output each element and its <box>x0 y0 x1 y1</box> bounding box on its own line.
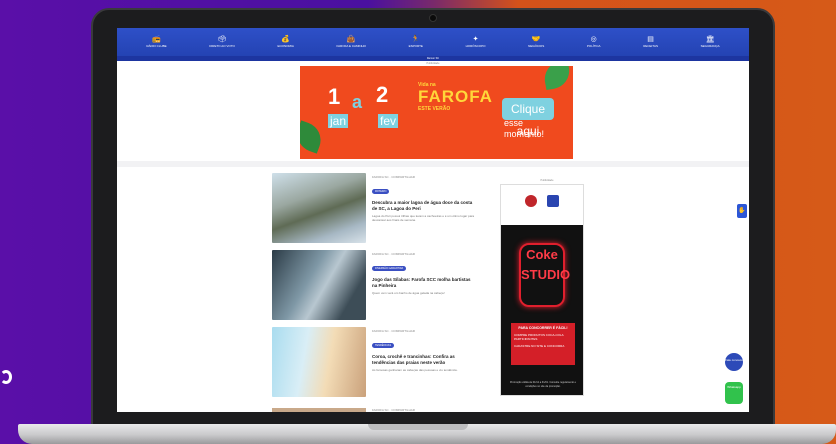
radio-icon: 📻 <box>152 35 161 43</box>
end-month: fev <box>378 114 399 128</box>
nav-item-label: Economia <box>277 43 294 48</box>
nav-item-label: Esporte <box>408 43 423 48</box>
news-post[interactable]: FAROFA SC · COMPARTILHAR Tendências Coroa,… <box>272 327 482 401</box>
nav-item-label: Segurança <box>700 43 720 48</box>
partial-logo-ring <box>0 370 12 384</box>
promo-box: PARA CONCORRER É FÁCIL! COMPRE PRODUTOS … <box>511 323 575 365</box>
nav-item[interactable]: 👜 Farofa e Caminho <box>336 36 366 49</box>
next-post-row[interactable]: FAROFA SC · COMPARTILHAR <box>272 408 482 412</box>
post-meta: FAROFA SC · COMPARTILHAR <box>372 408 415 412</box>
location-label: Ramon SC <box>426 57 440 60</box>
runner-icon: 🏃 <box>411 35 421 43</box>
neon-sign: Coke STUDIO <box>519 243 570 307</box>
banner-cta-subtext: esse momento! <box>504 118 545 139</box>
nav-item[interactable]: 🗳 Direto ao Voto <box>209 36 235 49</box>
nav-item[interactable]: 🤝 Negócios <box>528 36 544 49</box>
website-screen: 📻 Rádio Clube 🗳 Direto ao Voto 💰 Economia 👜 Far… <box>117 28 749 412</box>
leaf-decoration <box>300 120 326 154</box>
post-excerpt: Lagoa do Peri possui trilhas que levam a… <box>372 214 475 222</box>
promo-title: PARA CONCORRER É FÁCIL! <box>518 326 568 330</box>
chat-button[interactable]: Fale conosco <box>725 353 743 371</box>
post-thumbnail[interactable] <box>272 173 366 243</box>
handshake-icon: 🤝 <box>531 35 541 43</box>
bag-icon: 👜 <box>346 35 356 43</box>
section-divider <box>117 161 749 167</box>
whatsapp-button[interactable]: Whatsapp <box>725 382 743 404</box>
leaf-decoration <box>541 66 573 91</box>
nav-item[interactable]: 🏃 Esporte <box>409 36 423 49</box>
nav-item[interactable]: 🏛 Segurança <box>701 36 720 49</box>
laptop-frame: 📻 Rádio Clube 🗳 Direto ao Voto 💰 Economia 👜 Far… <box>91 8 775 426</box>
date-connector: a <box>352 92 363 112</box>
sponsor-shield-icon <box>547 195 559 207</box>
top-nav: 📻 Rádio Clube 🗳 Direto ao Voto 💰 Economia 👜 Far… <box>117 28 749 56</box>
nav-item[interactable]: ◎ Política <box>587 36 601 49</box>
post-meta: FAROFA SC · COMPARTILHAR <box>372 252 415 256</box>
post-category-tag[interactable]: Tendências <box>372 343 395 348</box>
coca-cola-logo-icon <box>525 195 537 207</box>
post-excerpt: As famosas ganharam as cabeças das pesso… <box>372 368 458 372</box>
nav-item-label: Rádio Clube <box>146 43 167 48</box>
star-icon: ✦ <box>472 35 479 43</box>
recipe-icon: ▤ <box>647 35 654 43</box>
nav-item-label: Farofa e Caminho <box>336 43 366 48</box>
laptop-base <box>18 424 836 444</box>
news-feed: FAROFA SC · COMPARTILHAR Roteiro Descubra … <box>272 173 482 404</box>
post-thumbnail[interactable] <box>272 408 366 412</box>
nav-item[interactable]: 💰 Economia <box>278 36 294 49</box>
post-category-tag[interactable]: Diversão garantida <box>372 266 407 271</box>
ad-label-side: Publicidade <box>540 179 554 182</box>
webcam <box>429 14 437 22</box>
post-body: FAROFA SC · COMPARTILHAR Diversão garanti… <box>366 250 476 324</box>
farofa-banner-ad[interactable]: 1 jan a 2 fev Vida na FAROFA ESTE VERÃO … <box>300 66 573 159</box>
post-title[interactable]: Descubra a maior lagoa de água doce da c… <box>372 200 476 211</box>
nav-item-label: Política <box>586 43 601 48</box>
post-excerpt: Quem vem verá um banho de água gelada na… <box>372 291 445 295</box>
nav-item-label: Horóscopo <box>465 43 486 48</box>
hand-icon[interactable]: ✋ <box>737 204 747 218</box>
end-day: 2 <box>376 82 389 107</box>
nav-item[interactable]: ▤ Receitas <box>643 36 658 49</box>
post-meta: FAROFA SC · COMPARTILHAR <box>372 175 415 179</box>
start-day: 1 <box>328 84 341 109</box>
post-body: FAROFA SC · COMPARTILHAR Tendências Coroa,… <box>366 327 476 401</box>
news-post[interactable]: FAROFA SC · COMPARTILHAR Diversão garanti… <box>272 250 482 324</box>
building-icon: 🏛 <box>705 35 715 43</box>
promo-footer: Promoção válida de 01/12 a 31/01. Consul… <box>509 381 576 388</box>
post-title[interactable]: Coroa, crochê e trancinhas: Confira as t… <box>372 354 476 365</box>
nav-item[interactable]: 📻 Rádio Clube <box>146 36 166 49</box>
post-body: FAROFA SC · COMPARTILHAR Roteiro Descubra … <box>366 173 476 247</box>
nav-item-label: Direto ao Voto <box>209 43 235 48</box>
post-category-tag[interactable]: Roteiro <box>372 189 390 194</box>
coins-icon: 💰 <box>281 35 291 43</box>
post-thumbnail[interactable] <box>272 250 366 320</box>
promo-line: CADASTRE NO SITE E CONCORRA <box>514 344 565 348</box>
ballot-icon: 🗳 <box>217 35 227 43</box>
post-thumbnail[interactable] <box>272 327 366 397</box>
farofa-logo-text: FAROFA <box>418 87 493 106</box>
post-meta: FAROFA SC · COMPARTILHAR <box>372 329 415 333</box>
news-post[interactable]: FAROFA SC · COMPARTILHAR Roteiro Descubra … <box>272 173 482 247</box>
farofa-logo: Vida na FAROFA ESTE VERÃO <box>418 82 492 142</box>
start-month: jan <box>328 114 349 128</box>
farofa-logo-sub: ESTE VERÃO <box>418 106 451 112</box>
nav-item-label: Receitas <box>643 43 658 48</box>
promo-line: COMPRE PRODUTOS COCA-COLA PARTICIPANTES <box>514 333 564 341</box>
laptop-notch <box>368 424 468 430</box>
banner-cta-button[interactable]: Clique aqui <box>502 98 554 138</box>
ad-logo-strip <box>501 185 583 225</box>
nav-item[interactable]: ✦ Horóscopo <box>466 36 486 49</box>
post-title[interactable]: Jogo das Sílabas: Farofa SCC molha barti… <box>372 277 476 288</box>
nav-item-label: Negócios <box>528 43 545 48</box>
globe-icon: ◎ <box>590 35 597 43</box>
coke-studio-ad[interactable]: Coke STUDIO PARA CONCORRER É FÁCIL! COMP… <box>500 184 584 396</box>
